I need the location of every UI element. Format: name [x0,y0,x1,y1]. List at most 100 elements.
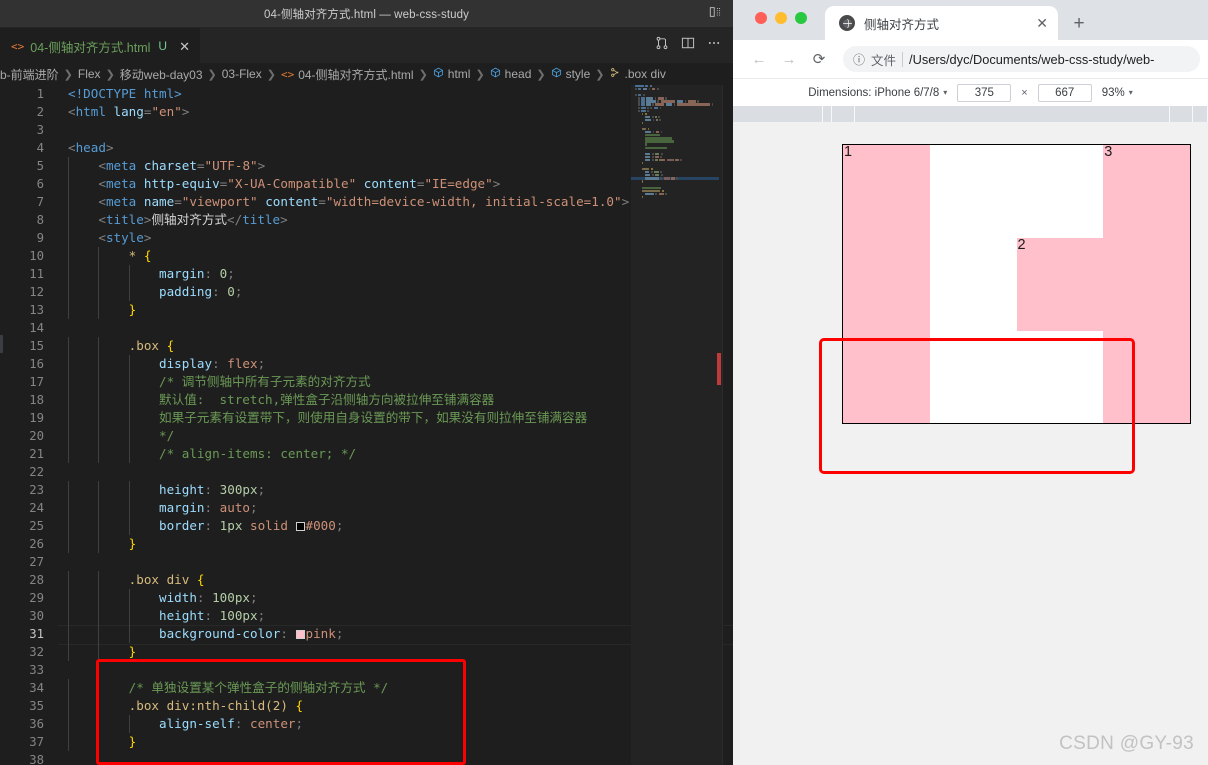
code-line[interactable]: 3 [0,121,733,139]
line-number: 9 [36,231,44,245]
code-line[interactable]: 30 height: 100px; [0,607,733,625]
split-source-control-icon[interactable] [655,36,669,55]
code-line[interactable]: 13 } [0,301,733,319]
code-line[interactable]: 15 .box { [0,337,733,355]
indent-guide [68,157,69,175]
color-swatch-icon[interactable] [295,630,305,639]
code-line[interactable]: 2 <html lang="en"> [0,103,733,121]
tag-icon [433,67,444,81]
address-bar[interactable]: ⓘ 文件 /Users/dyc/Documents/web-css-study/… [843,46,1200,72]
code-line[interactable]: 26 } [0,535,733,553]
code-line[interactable]: 6 <meta http-equiv="X-UA-Compatible" con… [0,175,733,193]
line-number: 28 [29,573,44,587]
code-line[interactable]: 29 width: 100px; [0,589,733,607]
code-line[interactable]: 34 /* 单独设置某个弹性盒子的侧轴对齐方式 */ [0,679,733,697]
code-token: } [128,302,137,317]
code-token: = [196,158,205,173]
close-icon[interactable]: ✕ [179,40,190,53]
breadcrumb-item[interactable]: 03-Flex [222,67,262,81]
code-lines-container[interactable]: 1 <!DOCTYPE html> 2 <html lang="en"> 3 4 <head… [0,85,733,765]
breadcrumb-item[interactable]: head [490,67,531,81]
reload-button[interactable]: ⟳ [805,45,833,73]
breadcrumb-item[interactable]: 移动web-day03 [120,66,203,83]
code-line[interactable]: 35 .box div:nth-child(2) { [0,697,733,715]
code-line[interactable]: 12 padding: 0; [0,283,733,301]
minimap[interactable] [631,85,723,765]
code-token: < [98,194,106,209]
code-line[interactable]: 37 } [0,733,733,751]
code-line[interactable]: 17 /* 调节侧轴中所有子元素的对齐方式 [0,373,733,391]
code-line[interactable]: 25 border: 1px solid #000; [0,517,733,535]
code-token: "viewport" [181,194,258,209]
code-line[interactable]: 4 <head> [0,139,733,157]
indent-guide [128,265,130,283]
page-viewport[interactable]: 123 CSDN @GY-93 [733,122,1208,765]
code-token: .box [128,338,167,353]
code-editor[interactable]: 1 <!DOCTYPE html> 2 <html lang="en"> 3 4 <head… [0,85,733,765]
code-line[interactable]: 33 [0,661,733,679]
code-line[interactable]: 5 <meta charset="UTF-8"> [0,157,733,175]
code-line[interactable]: 23 height: 300px; [0,481,733,499]
layout-panel-icon[interactable] [709,5,723,24]
breadcrumb-item[interactable]: b-前端进阶 [0,66,59,83]
editor-left-marker [0,335,3,353]
code-line[interactable]: 36 align-self: center; [0,715,733,733]
code-line[interactable]: 22 [0,463,733,481]
line-number: 36 [29,717,44,731]
code-token: = [318,194,326,209]
more-actions-icon[interactable] [707,36,721,55]
code-line[interactable]: 21 /* align-items: center; */ [0,445,733,463]
code-line[interactable]: 7 <meta name="viewport" content="width=d… [0,193,733,211]
breadcrumb-item[interactable]: <> 04-侧轴对齐方式.html [281,66,414,83]
close-window-button[interactable] [755,12,767,24]
close-icon[interactable]: ✕ [1036,16,1048,30]
code-line[interactable]: 20 */ [0,427,733,445]
breadcrumb-item[interactable]: html [433,67,470,81]
code-token: 1px [219,518,243,533]
code-line[interactable]: 11 margin: 0; [0,265,733,283]
code-line[interactable]: 8 <title>侧轴对齐方式</title> [0,211,733,229]
ruler-segment [823,106,833,122]
code-line[interactable]: 1 <!DOCTYPE html> [0,85,733,103]
code-line[interactable]: 27 [0,553,733,571]
code-line[interactable]: 38 [0,751,733,765]
line-number: 29 [29,591,44,605]
breadcrumb-separator: ❯ [418,68,428,81]
minimap-slider[interactable] [631,85,723,765]
code-line[interactable]: 24 margin: auto; [0,499,733,517]
indent-guide [68,373,69,391]
breadcrumb-item[interactable]: .box div [610,67,666,81]
minimize-window-button[interactable] [775,12,787,24]
code-token: ; [250,590,258,605]
code-line[interactable]: 9 <style> [0,229,733,247]
screen-root: 04-侧轴对齐方式.html — web-css-study <> 04-侧轴对… [0,0,1208,765]
back-button[interactable]: ← [745,45,773,73]
viewport-height-input[interactable]: 667 [1037,83,1092,102]
breadcrumb-item[interactable]: style [551,67,590,81]
code-line[interactable]: 28 .box div { [0,571,733,589]
code-line[interactable]: 19 如果子元素有设置带下，则使用自身设置的带下，如果没有则拉伸至铺满容器 [0,409,733,427]
color-swatch-icon[interactable] [295,522,305,531]
editor-tab-active[interactable]: <> 04-侧轴对齐方式.html U ✕ [0,28,201,63]
code-line[interactable]: 32 } [0,643,733,661]
breadcrumb-item[interactable]: Flex [78,67,101,81]
indent-guide [68,535,69,553]
info-icon[interactable]: ⓘ [853,51,865,68]
zoom-select[interactable]: 93% ▾ [1102,87,1133,99]
split-editor-icon[interactable] [681,36,695,55]
code-line[interactable]: 18 默认值: stretch,弹性盒子沿侧轴方向被拉伸至铺满容器 [0,391,733,409]
code-line[interactable]: 31 background-color: pink; [0,625,733,645]
viewport-width-input[interactable]: 375 [957,83,1012,102]
new-tab-button[interactable]: + [1068,14,1090,33]
code-token: : [204,266,220,281]
browser-tab[interactable]: 侧轴对齐方式 ✕ [825,6,1058,40]
code-line[interactable]: 14 [0,319,733,337]
code-token: : [204,518,220,533]
code-line[interactable]: 10 * { [0,247,733,265]
code-line[interactable]: 16 display: flex; [0,355,733,373]
forward-button[interactable]: → [775,45,803,73]
device-preset-select[interactable]: Dimensions: iPhone 6/7/8 ▾ [808,87,947,99]
code-token: : [204,608,220,623]
zoom-window-button[interactable] [795,12,807,24]
line-number: 20 [29,429,44,443]
